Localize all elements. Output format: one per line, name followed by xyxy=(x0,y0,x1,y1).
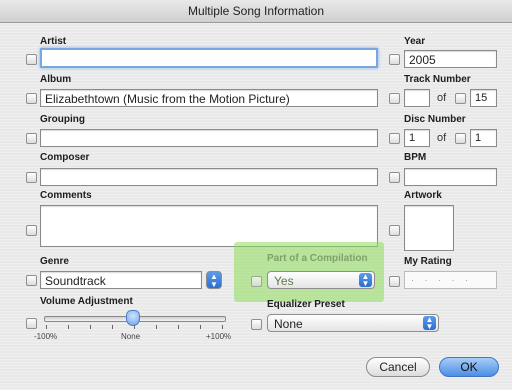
bpm-field[interactable] xyxy=(404,168,497,186)
artist-field[interactable] xyxy=(40,48,378,68)
equalizer-label: Equalizer Preset xyxy=(267,299,345,310)
up-down-arrows-icon: ▲ ▼ xyxy=(359,273,372,288)
disc-total-field[interactable]: 1 xyxy=(470,129,497,147)
cancel-button[interactable]: Cancel xyxy=(366,357,430,377)
slider-tick xyxy=(200,325,201,329)
disc-total-checkbox[interactable] xyxy=(455,133,466,144)
compilation-value: Yes xyxy=(274,274,294,288)
disc-number-label: Disc Number xyxy=(404,114,466,125)
genre-checkbox[interactable] xyxy=(26,275,37,286)
compilation-label: Part of a Compilation xyxy=(267,253,368,264)
window-title: Multiple Song Information xyxy=(187,4,325,18)
title-bar[interactable]: Multiple Song Information xyxy=(0,0,512,23)
multiple-song-info-window: Multiple Song Information Artist Album E… xyxy=(0,0,512,390)
slider-tick xyxy=(46,325,47,329)
album-label: Album xyxy=(40,74,72,85)
artist-checkbox[interactable] xyxy=(26,54,37,65)
genre-label: Genre xyxy=(40,256,69,267)
my-rating-label: My Rating xyxy=(404,256,452,267)
my-rating-stars[interactable]: · · · · · xyxy=(404,271,497,289)
track-number-checkbox[interactable] xyxy=(389,93,400,104)
my-rating-checkbox[interactable] xyxy=(389,276,400,287)
track-total-field[interactable]: 15 xyxy=(470,89,497,107)
year-field[interactable]: 2005 xyxy=(404,50,497,68)
slider-tick xyxy=(222,325,223,329)
grouping-field[interactable] xyxy=(40,129,378,147)
slider-mid-label: None xyxy=(121,332,141,341)
artwork-well[interactable] xyxy=(404,205,454,251)
slider-min-label: -100% xyxy=(34,332,58,341)
composer-checkbox[interactable] xyxy=(26,172,37,183)
slider-tick xyxy=(134,325,135,329)
comments-checkbox[interactable] xyxy=(26,225,37,236)
down-arrow-icon: ▼ xyxy=(210,280,218,289)
bpm-label: BPM xyxy=(404,152,427,163)
album-field[interactable]: Elizabethtown (Music from the Motion Pic… xyxy=(40,89,378,107)
volume-slider-knob[interactable] xyxy=(126,310,140,326)
volume-label: Volume Adjustment xyxy=(40,296,133,307)
bpm-checkbox[interactable] xyxy=(389,172,400,183)
disc-number-checkbox[interactable] xyxy=(389,133,400,144)
equalizer-value: None xyxy=(274,317,303,331)
equalizer-checkbox[interactable] xyxy=(251,319,262,330)
artist-label: Artist xyxy=(40,36,67,47)
grouping-label: Grouping xyxy=(40,114,85,125)
slider-tick xyxy=(156,325,157,329)
slider-max-label: +100% xyxy=(206,332,232,341)
composer-label: Composer xyxy=(40,152,90,163)
slider-tick xyxy=(90,325,91,329)
genre-stepper[interactable]: ▲ ▼ xyxy=(206,271,222,289)
disc-of-text: of xyxy=(437,132,447,144)
compilation-checkbox[interactable] xyxy=(251,276,262,287)
volume-checkbox[interactable] xyxy=(26,318,37,329)
slider-tick xyxy=(112,325,113,329)
artwork-checkbox[interactable] xyxy=(389,225,400,236)
compilation-popup[interactable]: Yes ▲ ▼ xyxy=(267,271,375,289)
artwork-label: Artwork xyxy=(404,190,442,201)
up-down-arrows-icon: ▲ ▼ xyxy=(423,316,436,331)
track-of-text: of xyxy=(437,92,447,104)
album-checkbox[interactable] xyxy=(26,93,37,104)
ok-button[interactable]: OK xyxy=(439,357,499,377)
track-number-label: Track Number xyxy=(404,74,471,85)
track-total-checkbox[interactable] xyxy=(455,93,466,104)
genre-combo-field[interactable]: Soundtrack xyxy=(40,271,202,289)
grouping-checkbox[interactable] xyxy=(26,133,37,144)
slider-tick xyxy=(178,325,179,329)
slider-tick xyxy=(68,325,69,329)
disc-number-field[interactable]: 1 xyxy=(404,129,430,147)
track-number-field[interactable] xyxy=(404,89,430,107)
composer-field[interactable] xyxy=(40,168,378,186)
comments-area[interactable] xyxy=(40,205,378,247)
year-checkbox[interactable] xyxy=(389,54,400,65)
year-label: Year xyxy=(404,36,426,47)
comments-label: Comments xyxy=(40,190,92,201)
equalizer-popup[interactable]: None ▲ ▼ xyxy=(267,314,439,332)
